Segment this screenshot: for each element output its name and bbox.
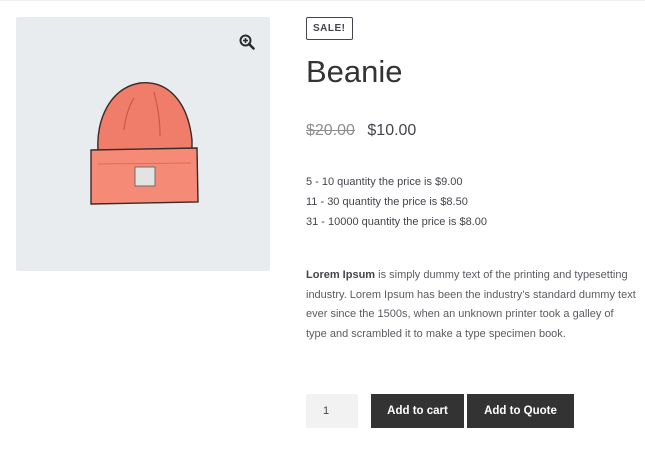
quantity-input[interactable] bbox=[306, 394, 358, 428]
beanie-image[interactable] bbox=[88, 80, 200, 212]
top-divider bbox=[0, 0, 645, 1]
description-lead: Lorem Ipsum bbox=[306, 269, 376, 281]
add-to-cart-button[interactable]: Add to cart bbox=[371, 394, 464, 428]
product-title: Beanie bbox=[306, 54, 403, 89]
sale-price: $10.00 bbox=[367, 122, 417, 139]
regular-price: $20.00 bbox=[306, 122, 355, 139]
tier-row: 5 - 10 quantity the price is $9.00 bbox=[306, 176, 463, 188]
quantity-price-tiers: 5 - 10 quantity the price is $9.00 11 - … bbox=[306, 172, 487, 232]
product-price: $20.00 $10.00 bbox=[306, 121, 416, 141]
product-gallery[interactable] bbox=[16, 17, 270, 271]
product-description: Lorem Ipsum is simply dummy text of the … bbox=[306, 266, 636, 344]
tier-row: 31 - 10000 quantity the price is $8.00 bbox=[306, 216, 488, 228]
zoom-icon[interactable] bbox=[238, 33, 256, 51]
add-to-quote-button[interactable]: Add to Quote bbox=[467, 394, 574, 428]
sale-badge: SALE! bbox=[306, 17, 353, 40]
tier-row: 11 - 30 quantity the price is $8.50 bbox=[306, 196, 468, 208]
